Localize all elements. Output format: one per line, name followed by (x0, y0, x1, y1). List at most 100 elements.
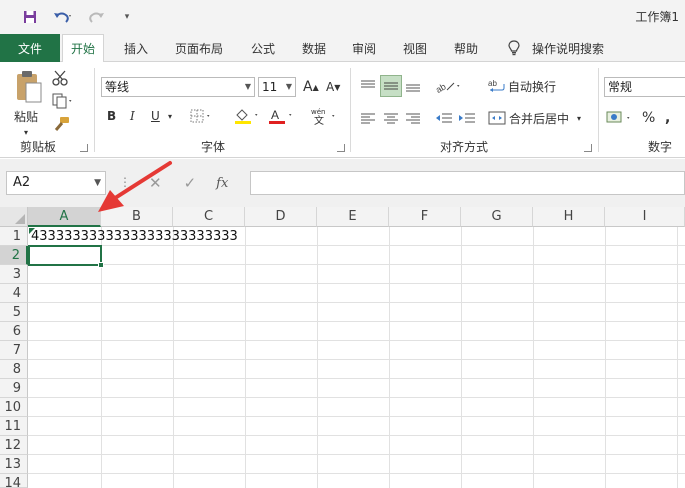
column-header-i[interactable]: I (605, 207, 685, 227)
column-header-h[interactable]: H (533, 207, 605, 227)
worksheet-grid: A B C D E F G H I 1 2 3 4 5 6 7 8 9 10 1… (0, 207, 685, 488)
select-all-button[interactable] (0, 207, 28, 227)
shrink-font-button[interactable]: A ▼ (326, 77, 340, 97)
percent-style-button[interactable]: % (642, 108, 655, 128)
grow-font-button[interactable]: A ▲ (303, 77, 319, 97)
paste-icon (17, 71, 42, 103)
align-middle-icon[interactable] (380, 75, 402, 97)
svg-text:A: A (271, 108, 279, 122)
formula-buttons: ✕ ✓ fx (137, 171, 247, 195)
insert-function-button[interactable]: fx (216, 176, 228, 191)
formula-input[interactable] (250, 171, 685, 195)
merge-center-button[interactable]: 合并后居中 ▾ (488, 108, 581, 128)
name-box[interactable]: A2 ▼ (6, 171, 106, 195)
orientation-icon[interactable]: ab (435, 76, 465, 96)
cancel-icon[interactable]: ✕ (149, 174, 162, 192)
copy-icon[interactable] (52, 91, 76, 111)
align-bottom-icon[interactable] (405, 76, 421, 96)
column-header-b[interactable]: B (101, 207, 173, 227)
font-launcher-icon[interactable] (337, 144, 345, 152)
tab-view[interactable]: 视图 (403, 34, 427, 62)
align-top-icon[interactable] (360, 76, 376, 96)
merge-center-icon (488, 111, 506, 125)
comma-style-icon[interactable]: , (665, 108, 670, 128)
undo-icon[interactable] (50, 7, 76, 27)
clipboard-launcher-icon[interactable] (80, 144, 88, 152)
row-header-8[interactable]: 8 (0, 360, 28, 379)
more-options-icon[interactable]: ⋮ (119, 175, 131, 189)
enter-check-icon[interactable]: ✓ (184, 174, 197, 192)
chevron-down-icon: ▼ (94, 178, 101, 188)
alignment-group-label: 对齐方式 (440, 140, 489, 154)
row-header-14[interactable]: 14 (0, 474, 28, 488)
ribbon-tab-row: 文件 开始 插入 页面布局 公式 数据 审阅 视图 帮助 操作说明搜索 (0, 34, 685, 63)
caret-up-icon: ▲ (312, 82, 319, 92)
tell-me-search[interactable]: 操作说明搜索 (532, 34, 604, 62)
align-right-icon[interactable] (405, 108, 421, 128)
tab-page-layout[interactable]: 页面布局 (175, 34, 223, 62)
fill-handle[interactable] (98, 262, 104, 268)
accounting-format-icon[interactable] (606, 108, 636, 128)
column-header-g[interactable]: G (461, 207, 533, 227)
row-header-9[interactable]: 9 (0, 379, 28, 398)
tab-help[interactable]: 帮助 (454, 34, 478, 62)
bold-button[interactable]: B (107, 106, 116, 126)
row-header-4[interactable]: 4 (0, 284, 28, 303)
cut-icon[interactable] (52, 68, 70, 88)
underline-button[interactable]: U (151, 106, 160, 126)
italic-button[interactable]: I (130, 106, 135, 126)
font-size-select[interactable]: 11 ▼ (258, 77, 296, 97)
wrap-text-button[interactable]: ab 自动换行 (488, 76, 556, 96)
row-header-1[interactable]: 1 (0, 227, 28, 246)
alignment-launcher-icon[interactable] (584, 144, 592, 152)
customize-quick-access-icon[interactable]: ▾ (120, 7, 134, 27)
tab-formulas[interactable]: 公式 (251, 34, 275, 62)
tab-insert[interactable]: 插入 (124, 34, 148, 62)
font-group-label: 字体 (201, 140, 226, 154)
row-header-5[interactable]: 5 (0, 303, 28, 322)
caret-down-icon: ▼ (334, 82, 341, 92)
row-header-11[interactable]: 11 (0, 417, 28, 436)
fill-color-icon[interactable] (234, 106, 262, 126)
font-name-select[interactable]: 等线 ▼ (101, 77, 255, 97)
tab-review[interactable]: 审阅 (352, 34, 376, 62)
row-header-12[interactable]: 12 (0, 436, 28, 455)
number-format-select[interactable]: 常规 (604, 77, 685, 97)
clipboard-group-label: 剪贴板 (20, 140, 57, 154)
column-header-e[interactable]: E (317, 207, 389, 227)
column-header-f[interactable]: F (389, 207, 461, 227)
font-color-icon[interactable]: A (268, 106, 296, 126)
active-cell-a2[interactable] (28, 245, 104, 268)
chevron-down-icon: ▼ (244, 82, 251, 91)
svg-text:ab: ab (435, 81, 448, 94)
lightbulb-icon[interactable] (508, 34, 520, 62)
column-header-a[interactable]: A (28, 207, 101, 227)
tab-data[interactable]: 数据 (302, 34, 326, 62)
borders-icon[interactable] (190, 106, 214, 126)
cell-a1[interactable]: 4333333333333333333333333 (31, 228, 238, 246)
row-header-3[interactable]: 3 (0, 265, 28, 284)
underline-dropdown-icon[interactable]: ▾ (168, 106, 172, 126)
increase-indent-icon[interactable] (458, 108, 476, 128)
paste-button[interactable] (14, 70, 42, 107)
row-header-6[interactable]: 6 (0, 322, 28, 341)
wrap-text-icon: ab (488, 79, 505, 92)
column-header-d[interactable]: D (245, 207, 317, 227)
svg-text:wén: wén (311, 108, 325, 116)
row-header-2[interactable]: 2 (0, 246, 28, 265)
phonetic-guide-icon[interactable]: wén 文 (310, 106, 340, 126)
tab-home[interactable]: 开始 (62, 34, 105, 63)
row-header-13[interactable]: 13 (0, 455, 28, 474)
column-header-c[interactable]: C (173, 207, 245, 227)
align-left-icon[interactable] (360, 108, 376, 128)
align-center-icon[interactable] (383, 108, 399, 128)
format-painter-icon[interactable] (52, 114, 70, 134)
row-header-7[interactable]: 7 (0, 341, 28, 360)
decrease-indent-icon[interactable] (435, 108, 453, 128)
save-icon[interactable] (20, 7, 40, 27)
tab-file[interactable]: 文件 (0, 34, 60, 62)
redo-icon[interactable] (84, 7, 110, 27)
chevron-down-icon: ▼ (285, 82, 292, 91)
row-header-10[interactable]: 10 (0, 398, 28, 417)
svg-text:ab: ab (488, 79, 497, 88)
